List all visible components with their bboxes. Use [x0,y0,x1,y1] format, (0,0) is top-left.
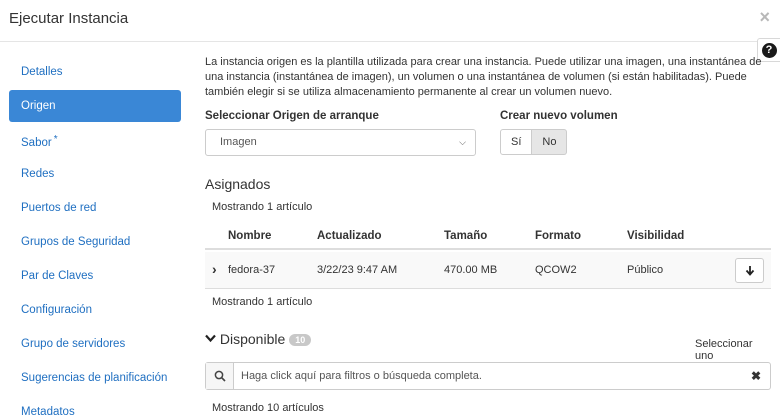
nav-item-grupo-servidores[interactable]: Grupo de servidores [9,328,181,360]
column-header-visibilidad[interactable]: Visibilidad [627,230,684,242]
table-row: › fedora-37 3/22/23 9:47 AM 470.00 MB QC… [205,252,771,289]
boot-source-select[interactable]: Imagen ⌵ [205,129,476,156]
boot-source-value: Imagen [220,136,257,148]
new-volume-no-button[interactable]: No [532,129,568,155]
chevron-down-icon [205,334,216,343]
new-volume-toggle: Sí No [500,129,568,155]
search-input[interactable]: Haga click aquí para filtros o búsqueda … [241,370,482,382]
arrow-down-icon [745,266,754,276]
new-volume-yes-button[interactable]: Sí [500,129,533,155]
nav-item-par-claves[interactable]: Par de Claves [9,260,181,292]
nav-item-detalles[interactable]: Detalles [9,56,181,88]
available-count-badge: 10 [289,334,312,346]
clear-icon[interactable]: ✖ [751,369,761,383]
column-header-nombre[interactable]: Nombre [228,230,271,242]
allocated-title: Asignados [205,176,271,192]
required-mark: * [53,134,58,145]
available-count: Mostrando 10 artículos [212,402,324,414]
nav-item-label: Sabor [21,137,52,149]
cell-size: 470.00 MB [444,264,498,276]
new-volume-label: Crear nuevo volumen [500,110,618,122]
cell-format: QCOW2 [535,264,577,276]
nav-item-grupos-seguridad[interactable]: Grupos de Seguridad [9,226,181,258]
nav-item-redes[interactable]: Redes [9,158,181,190]
cell-updated: 3/22/23 9:47 AM [317,264,398,276]
main-panel: La instancia origen es la plantilla util… [205,55,771,414]
deallocate-button[interactable] [735,258,764,283]
cell-name: fedora-37 [228,264,276,276]
boot-source-label: Seleccionar Origen de arranque [205,110,379,122]
nav-item-sabor[interactable]: Sabor * [9,124,181,156]
column-header-formato[interactable]: Formato [535,230,581,242]
allocated-count-bottom: Mostrando 1 artículo [212,296,313,308]
nav-item-sugerencias[interactable]: Sugerencias de planificación [9,362,181,394]
available-title: Disponible [219,331,286,347]
modal-header: Ejecutar Instancia × [0,0,780,42]
nav-item-origen[interactable]: Origen [9,90,181,122]
chevron-down-icon: ⌵ [459,137,466,147]
nav-item-configuracion[interactable]: Configuración [9,294,181,326]
cell-visibility: Público [627,264,664,276]
allocated-table-header: Nombre Actualizado Tamaño Formato Visibi… [205,223,771,250]
select-one-hint: Seleccionar uno [695,338,753,362]
wizard-nav: Detalles Origen Sabor * Redes Puertos de … [9,54,181,417]
nav-item-metadatos[interactable]: Metadatos [9,396,181,417]
allocated-count-top: Mostrando 1 artículo [212,201,313,213]
column-header-actualizado[interactable]: Actualizado [317,230,382,242]
available-toggle[interactable]: Disponible 10 [205,331,312,347]
modal-title: Ejecutar Instancia [9,10,129,27]
column-header-tamano[interactable]: Tamaño [444,230,487,242]
close-icon[interactable]: × [759,7,770,28]
nav-item-puertos[interactable]: Puertos de red [9,192,181,224]
search-bar[interactable]: Haga click aquí para filtros o búsqueda … [205,362,771,390]
chevron-right-icon[interactable]: › [212,261,217,277]
source-description: La instancia origen es la plantilla util… [205,56,762,98]
search-icon [206,363,234,389]
